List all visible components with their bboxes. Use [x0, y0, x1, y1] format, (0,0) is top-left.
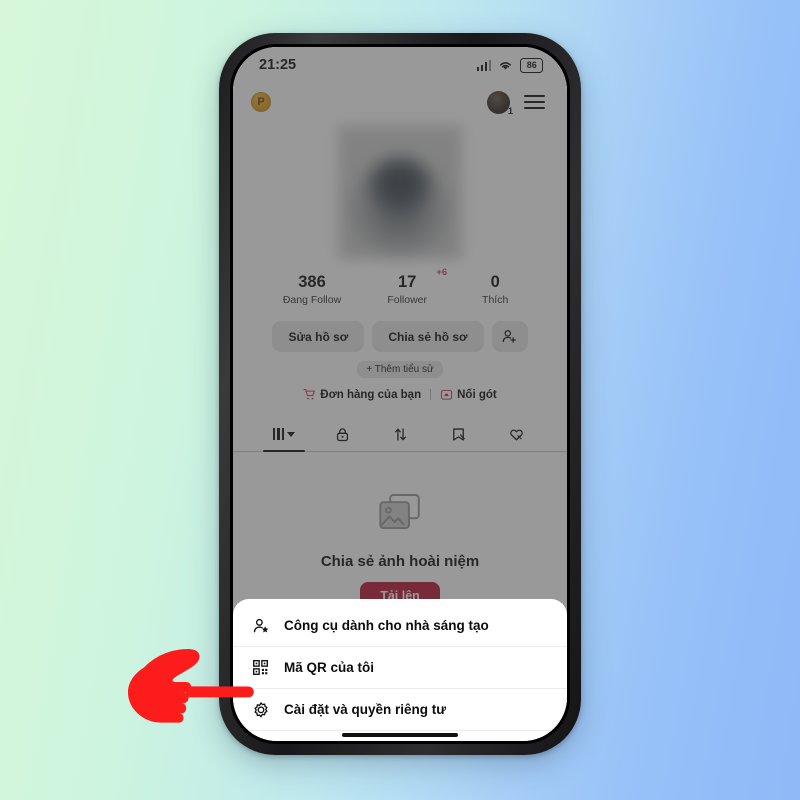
phone-bezel: 21:25 86 P 1 — [230, 44, 570, 744]
pointing-hand-icon — [116, 645, 256, 741]
menu-item-label: Công cụ dành cho nhà sáng tạo — [284, 618, 489, 633]
person-star-icon — [251, 617, 270, 635]
menu-item-label: Cài đặt và quyền riêng tư — [284, 702, 447, 717]
menu-item-my-qr[interactable]: Mã QR của tôi — [233, 647, 567, 689]
phone-screen: 21:25 86 P 1 — [233, 47, 567, 741]
bottom-sheet-menu: Công cụ dành cho nhà sáng tạo Mã QR của … — [233, 599, 567, 741]
menu-item-label: Mã QR của tôi — [284, 660, 375, 675]
menu-item-creator-tools[interactable]: Công cụ dành cho nhà sáng tạo — [233, 605, 567, 647]
home-indicator — [342, 732, 458, 737]
phone-frame: 21:25 86 P 1 — [219, 33, 581, 755]
menu-item-settings-privacy[interactable]: Cài đặt và quyền riêng tư — [233, 689, 567, 731]
